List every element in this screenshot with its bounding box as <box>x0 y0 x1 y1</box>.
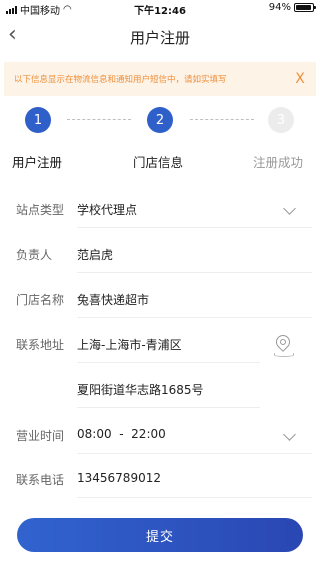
divider <box>77 497 312 498</box>
divider <box>77 272 312 273</box>
address-row: 联系地址 上海-上海市-青浦区 <box>0 325 320 363</box>
divider <box>77 453 312 454</box>
notice-banner: 以下信息显示在物流信息和通知用户短信中，请如实填写 X <box>4 62 316 96</box>
address-detail-input[interactable]: 夏阳街道华志路1685号 <box>77 381 204 398</box>
store-name-row: 门店名称 兔喜快递超市 <box>0 280 320 318</box>
phone-row: 联系电话 13456789012 <box>0 460 320 498</box>
divider <box>77 317 312 318</box>
location-pin-base <box>274 353 294 357</box>
location-pin-icon[interactable] <box>273 332 293 352</box>
site-type-row[interactable]: 站点类型 学校代理点 <box>0 190 320 228</box>
nav-bar: ‹ 用户注册 <box>0 18 320 56</box>
submit-button[interactable]: 提交 <box>17 518 303 552</box>
step-3-circle: 3 <box>268 107 294 133</box>
battery-fill <box>296 5 312 10</box>
site-type-select[interactable]: 学校代理点 <box>77 201 137 218</box>
close-icon[interactable]: X <box>292 71 308 87</box>
notice-text: 以下信息显示在物流信息和通知用户短信中，请如实填写 <box>14 75 227 85</box>
step-2-circle: 2 <box>147 107 173 133</box>
status-right: 94% <box>268 2 316 13</box>
manager-label: 负责人 <box>16 248 53 262</box>
step-1-label: 用户注册 <box>12 155 63 170</box>
step-3-label: 注册成功 <box>253 155 304 170</box>
hours-select[interactable]: 08:00 - 22:00 <box>77 427 166 441</box>
store-name-input[interactable]: 兔喜快递超市 <box>77 291 149 308</box>
store-name-label: 门店名称 <box>16 293 65 307</box>
step-1-circle: 1 <box>25 107 51 133</box>
status-bar: 中国移动 ◠ 下午12:46 94% <box>0 0 320 18</box>
divider <box>77 362 260 363</box>
step-indicator: 1 2 3 <box>0 107 320 137</box>
address-region-select[interactable]: 上海-上海市-青浦区 <box>77 336 182 353</box>
page-title: 用户注册 <box>129 29 190 47</box>
manager-row: 负责人 范启虎 <box>0 235 320 273</box>
phone-label: 联系电话 <box>16 473 65 487</box>
phone-input[interactable]: 13456789012 <box>77 471 161 485</box>
step-labels: 用户注册 门店信息 注册成功 <box>0 152 320 170</box>
step-2-label: 门店信息 <box>133 155 184 170</box>
manager-input[interactable]: 范启虎 <box>77 246 113 263</box>
hours-row[interactable]: 营业时间 08:00 - 22:00 <box>0 416 320 454</box>
battery-percent: 94% <box>268 2 291 13</box>
step-connector <box>67 119 131 120</box>
divider <box>77 407 260 408</box>
address-label: 联系地址 <box>16 338 65 352</box>
battery-icon <box>294 3 316 12</box>
chevron-down-icon[interactable] <box>283 428 296 441</box>
address-detail-row: 夏阳街道华志路1685号 <box>0 370 320 408</box>
step-connector <box>190 119 254 120</box>
hours-label: 营业时间 <box>16 429 65 443</box>
chevron-down-icon[interactable] <box>283 202 296 215</box>
divider <box>77 227 312 228</box>
site-type-label: 站点类型 <box>16 203 65 217</box>
